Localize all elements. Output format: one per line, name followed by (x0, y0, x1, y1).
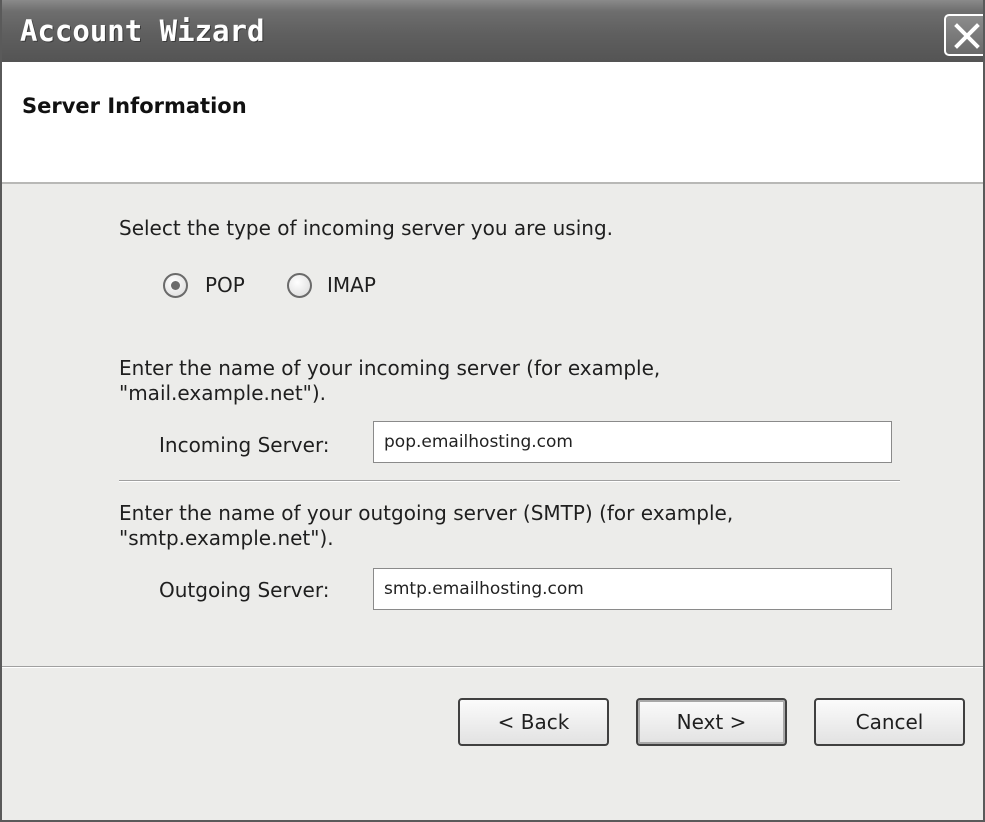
server-type-prompt: Select the type of incoming server you a… (119, 216, 613, 240)
outgoing-description-line1: Enter the name of your outgoing server (… (119, 501, 734, 525)
footer-divider (2, 666, 983, 668)
window-title: Account Wizard (20, 14, 265, 48)
close-icon (954, 23, 980, 49)
imap-radio[interactable] (287, 273, 312, 298)
page-title: Server Information (22, 94, 247, 118)
outgoing-server-input[interactable] (373, 568, 892, 610)
header-pane: Server Information (2, 62, 983, 184)
incoming-description-line2: "mail.example.net"). (119, 381, 327, 405)
close-button[interactable] (944, 14, 983, 56)
account-wizard-window: Account Wizard Server Information Select… (0, 0, 985, 822)
cancel-button[interactable]: Cancel (814, 698, 965, 746)
radio-selected-dot (171, 281, 180, 290)
pop-radio-label[interactable]: POP (205, 273, 245, 297)
imap-radio-label[interactable]: IMAP (327, 273, 376, 297)
title-bar: Account Wizard (2, 0, 983, 62)
outgoing-server-label: Outgoing Server: (159, 578, 330, 602)
back-button[interactable]: < Back (458, 698, 609, 746)
section-divider (119, 480, 900, 482)
incoming-description-line1: Enter the name of your incoming server (… (119, 356, 661, 380)
pop-radio[interactable] (163, 273, 188, 298)
next-button[interactable]: Next > (636, 698, 787, 746)
incoming-server-input[interactable] (373, 421, 892, 463)
outgoing-description-line2: "smtp.example.net"). (119, 526, 334, 550)
incoming-server-label: Incoming Server: (159, 433, 330, 457)
